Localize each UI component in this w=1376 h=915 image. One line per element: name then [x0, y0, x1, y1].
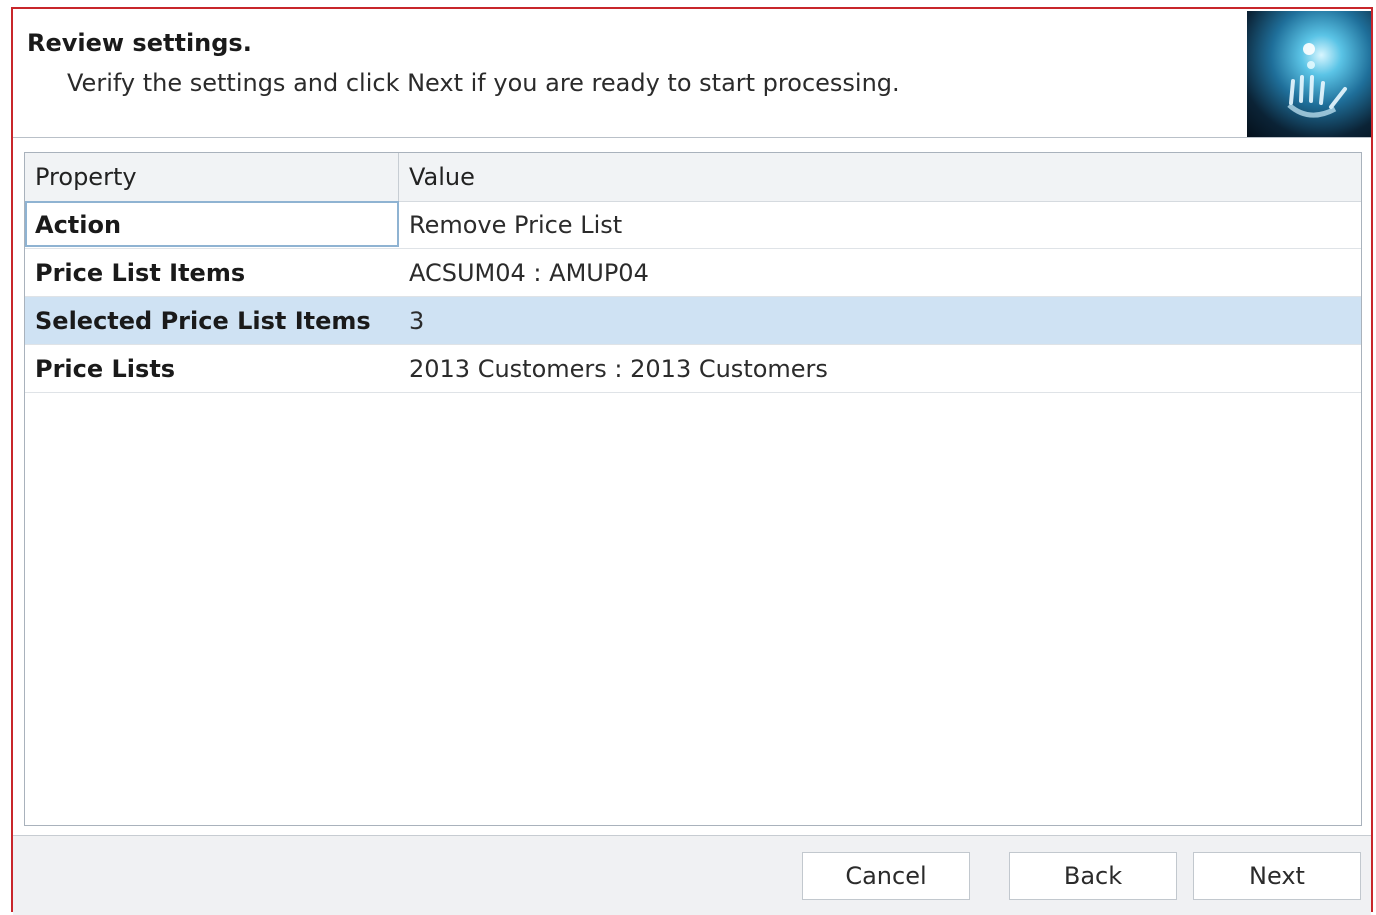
wizard-footer: Cancel Back Next: [13, 835, 1371, 915]
hand-light-icon: [1247, 11, 1371, 137]
page-subtitle: Verify the settings and click Next if yo…: [67, 69, 900, 97]
row-property: Price Lists: [35, 355, 176, 383]
row-property: Price List Items: [35, 259, 246, 287]
cancel-button[interactable]: Cancel: [802, 852, 970, 900]
row-value: Remove Price List: [409, 211, 623, 239]
table-row[interactable]: Price Lists 2013 Customers : 2013 Custom…: [25, 345, 1361, 393]
wizard-header: Review settings. Verify the settings and…: [13, 9, 1371, 138]
back-button[interactable]: Back: [1009, 852, 1177, 900]
next-button[interactable]: Next: [1193, 852, 1361, 900]
row-value: ACSUM04 : AMUP04: [409, 259, 649, 287]
table-row[interactable]: Price List Items ACSUM04 : AMUP04: [25, 249, 1361, 297]
column-header-value[interactable]: Value: [409, 153, 475, 201]
settings-grid: Property Value Action Remove Price List …: [24, 152, 1362, 826]
table-row[interactable]: Action Remove Price List: [25, 201, 1361, 249]
wizard-window: Review settings. Verify the settings and…: [11, 7, 1373, 915]
table-row[interactable]: Selected Price List Items 3: [25, 297, 1361, 345]
row-property: Selected Price List Items: [35, 307, 371, 335]
row-property: Action: [35, 211, 122, 239]
row-value: 3: [409, 307, 425, 335]
column-header-property[interactable]: Property: [35, 153, 137, 201]
column-divider[interactable]: [398, 153, 399, 201]
page-title: Review settings.: [27, 29, 252, 57]
grid-header: Property Value: [25, 153, 1361, 202]
row-value: 2013 Customers : 2013 Customers: [409, 355, 828, 383]
